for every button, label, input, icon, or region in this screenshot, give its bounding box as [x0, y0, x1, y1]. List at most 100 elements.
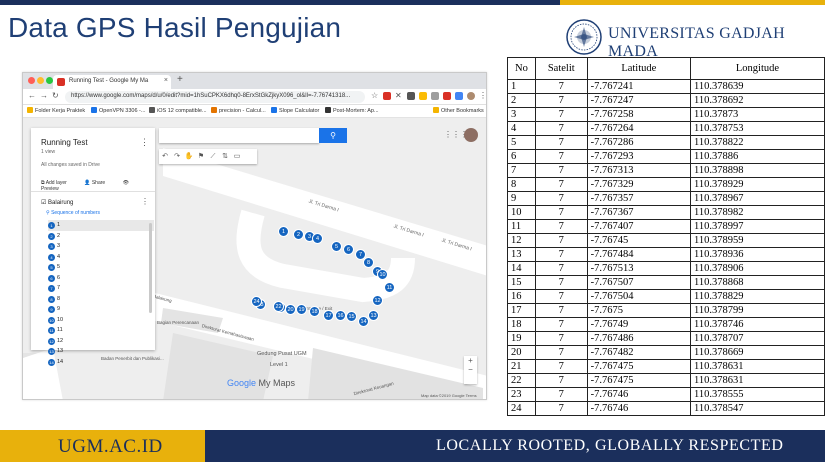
point-list-item[interactable]: 99 — [48, 304, 154, 315]
cell-no: 21 — [507, 359, 536, 374]
cell-longitude: 110.37886 — [689, 149, 825, 164]
bookmark-item[interactable]: Post-Mortem: Ap... — [325, 107, 379, 114]
extension-icon[interactable] — [383, 92, 391, 100]
point-list-item[interactable]: 33 — [48, 241, 154, 252]
map-marker[interactable]: 2 — [293, 229, 304, 240]
zoom-out-button[interactable]: − — [464, 365, 477, 374]
map-marker[interactable]: 8 — [363, 257, 374, 268]
menu-dots-icon[interactable]: ⋮ — [479, 91, 486, 100]
tab-close-icon[interactable]: × — [164, 77, 168, 84]
maximize-window-icon[interactable] — [46, 77, 53, 84]
cell-satelit: 7 — [534, 219, 588, 234]
extension-icon[interactable] — [431, 92, 439, 100]
search-button[interactable]: ⚲ — [319, 128, 347, 143]
bookmark-item[interactable]: precision - Calcul... — [211, 107, 266, 114]
extension-icon[interactable] — [407, 92, 415, 100]
reload-icon[interactable]: ↻ — [52, 91, 59, 100]
panel-scrollbar[interactable] — [149, 223, 152, 313]
point-list-item[interactable]: 22 — [48, 231, 154, 242]
map-title[interactable]: Running Test — [41, 138, 88, 147]
map-marker[interactable]: 17 — [323, 310, 334, 321]
cell-longitude: 110.378997 — [689, 219, 825, 234]
extension-icon[interactable] — [455, 92, 463, 100]
map-side-panel: Running Test ⋮ 1 view All changes saved … — [31, 128, 155, 366]
map-label: Bagian Perencanaan — [157, 320, 200, 325]
map-marker[interactable]: 10 — [377, 269, 388, 280]
bookmark-item[interactable]: OpenVPN 3306 -... — [91, 107, 145, 114]
map-marker[interactable]: 20 — [285, 304, 296, 315]
map-marker[interactable]: 12 — [372, 295, 383, 306]
map-marker[interactable]: 24 — [251, 296, 262, 307]
point-list-item[interactable]: 11 11 — [48, 325, 154, 336]
map-marker[interactable]: 5 — [331, 241, 342, 252]
other-bookmarks[interactable]: Other Bookmarks — [433, 107, 484, 114]
layer-style-link[interactable]: ⚲ Sequence of numbers — [46, 210, 100, 216]
map-search-input[interactable] — [159, 128, 319, 143]
bookmarks-bar: Folder Kerja Praktek OpenVPN 3306 -... i… — [23, 105, 486, 118]
map-marker[interactable]: 14 — [358, 316, 369, 327]
extension-icon[interactable] — [419, 92, 427, 100]
layer-options-icon[interactable]: ⋮ — [141, 197, 149, 206]
zoom-in-button[interactable]: + — [464, 356, 477, 365]
table-body: 1 7 -7.767241 110.378639 2 7 -7.767247 110.3786… — [507, 79, 825, 416]
map-marker[interactable]: 6 — [343, 244, 354, 255]
minimize-window-icon[interactable] — [37, 77, 44, 84]
point-list-item[interactable]: 44 — [48, 252, 154, 263]
user-avatar[interactable] — [464, 128, 478, 142]
point-list-item[interactable]: 88 — [48, 294, 154, 305]
cell-latitude: -7.767407 — [586, 219, 691, 234]
map-marker[interactable]: 18 — [309, 306, 320, 317]
point-list-item[interactable]: 55 — [48, 262, 154, 273]
map-marker[interactable]: 13 — [368, 310, 379, 321]
cell-satelit: 7 — [534, 205, 588, 220]
point-list-item[interactable]: 77 — [48, 283, 154, 294]
directions-icon[interactable]: ⇅ — [219, 149, 231, 164]
bookmark-item[interactable]: Slope Calculator — [271, 107, 319, 114]
browser-tab[interactable]: Running Test - Google My Ma × — [53, 75, 171, 89]
close-x-icon[interactable]: ✕ — [395, 91, 402, 100]
map-marker[interactable]: 15 — [346, 311, 357, 322]
bookmark-star-icon[interactable]: ☆ — [371, 91, 378, 100]
map-marker[interactable]: 22 — [273, 301, 284, 312]
profile-avatar[interactable] — [467, 92, 475, 100]
point-label: 5 — [57, 264, 61, 270]
share-button[interactable]: 👤 Share — [84, 180, 113, 186]
forward-icon[interactable]: → — [40, 91, 48, 100]
cell-longitude: 110.378936 — [689, 247, 825, 262]
bookmark-item[interactable]: iOS 12 compatible... — [149, 107, 207, 114]
point-list-item[interactable]: 66 — [48, 273, 154, 284]
point-list-item[interactable]: 14 14 — [48, 357, 154, 368]
point-list-item[interactable]: 12 12 — [48, 336, 154, 347]
new-tab-button[interactable]: + — [177, 74, 183, 85]
hand-icon[interactable]: ✋ — [183, 149, 195, 164]
more-options-icon[interactable]: ⋮ — [140, 137, 149, 148]
map-marker[interactable]: 11 — [384, 282, 395, 293]
back-icon[interactable]: ← — [28, 91, 36, 100]
point-list-item[interactable]: 11 — [48, 220, 154, 231]
map-marker[interactable]: 4 — [312, 233, 323, 244]
marker-icon[interactable]: ⚑ — [195, 149, 207, 164]
cell-satelit: 7 — [534, 233, 588, 248]
ruler-icon[interactable]: ▭ — [231, 149, 243, 164]
layer-title[interactable]: ☑ Balairung — [41, 199, 73, 206]
map-marker[interactable]: 16 — [335, 310, 346, 321]
cell-latitude: -7.767475 — [586, 359, 691, 374]
map-marker[interactable]: 19 — [296, 304, 307, 315]
close-window-icon[interactable] — [28, 77, 35, 84]
cell-longitude: 110.37873 — [689, 107, 825, 122]
extension-icon[interactable] — [443, 92, 451, 100]
cell-longitude: 110.378829 — [689, 289, 825, 304]
point-list-item[interactable]: 13 13 — [48, 346, 154, 357]
map-view[interactable]: Jl. Tri Darma I Jl. Tri Darma I Jl. Tri … — [23, 118, 486, 399]
point-label: 14 — [57, 358, 64, 365]
table-row: 2 7 -7.767247 110.378692 — [507, 93, 825, 108]
redo-icon[interactable]: ↷ — [171, 149, 183, 164]
point-list-item[interactable]: 10 10 — [48, 315, 154, 326]
bookmark-item[interactable]: Folder Kerja Praktek — [27, 107, 85, 114]
cell-no: 17 — [507, 303, 536, 318]
undo-icon[interactable]: ↶ — [159, 149, 171, 164]
cell-no: 24 — [507, 401, 536, 416]
line-icon[interactable]: ⟋ — [207, 149, 219, 164]
url-field[interactable]: https://www.google.com/maps/d/u/0/edit?m… — [65, 91, 365, 103]
map-marker[interactable]: 1 — [278, 226, 289, 237]
